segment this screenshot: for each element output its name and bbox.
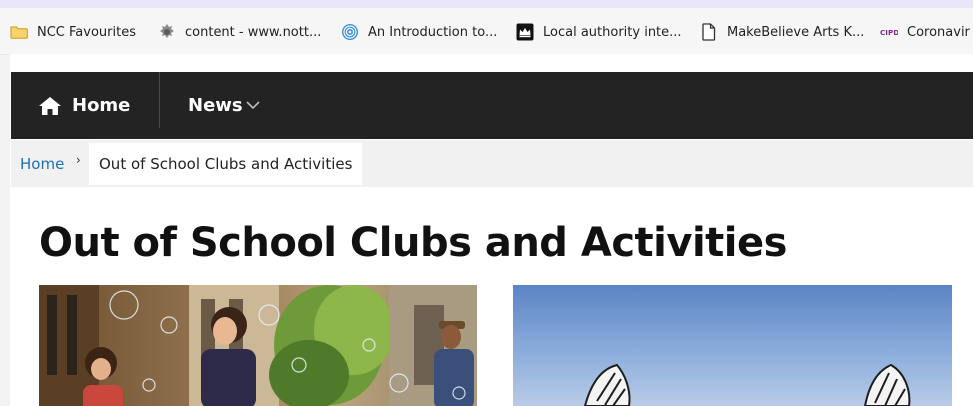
home-icon bbox=[39, 96, 61, 115]
crest-icon bbox=[158, 23, 176, 41]
breadcrumb-home-link[interactable]: Home bbox=[20, 140, 64, 187]
svg-text:CIPD: CIPD bbox=[880, 28, 898, 37]
breadcrumb: Home › Out of School Clubs and Activitie… bbox=[11, 140, 973, 187]
page-title: Out of School Clubs and Activities bbox=[39, 220, 787, 266]
window-top-strip bbox=[0, 0, 973, 8]
breadcrumb-current: Out of School Clubs and Activities bbox=[89, 143, 363, 185]
bookmark-content-nottingham[interactable]: content - www.nott... bbox=[158, 22, 321, 42]
web-page: Home News Home › Out of School Clubs and… bbox=[10, 54, 973, 406]
bookmark-label: NCC Favourites bbox=[37, 24, 136, 40]
chevron-down-icon bbox=[246, 100, 260, 109]
nav-news-label: News bbox=[188, 95, 243, 116]
blue-circle-logo-icon bbox=[341, 23, 359, 41]
bookmark-label: MakeBelieve Arts K... bbox=[727, 24, 865, 40]
children-playing-bubbles-photo[interactable] bbox=[39, 285, 477, 406]
bookmark-ncc-favourites[interactable]: NCC Favourites bbox=[10, 22, 136, 42]
cipd-logo-icon: CIPD bbox=[880, 23, 898, 41]
butterflies-blue-sky-photo[interactable] bbox=[513, 285, 952, 406]
site-navigation: Home News bbox=[11, 72, 973, 139]
bookmark-coronavirus[interactable]: CIPD Coronavir bbox=[880, 22, 970, 42]
nav-home-link[interactable]: Home bbox=[11, 72, 159, 139]
bookmark-local-authority[interactable]: Local authority inte... bbox=[516, 22, 682, 42]
crown-logo-icon bbox=[516, 23, 534, 41]
nav-news-menu[interactable]: News bbox=[188, 72, 261, 139]
nav-home-label: Home bbox=[72, 95, 131, 116]
folder-icon bbox=[10, 23, 28, 41]
bookmark-label: Coronavir bbox=[907, 24, 970, 40]
nav-divider bbox=[159, 72, 160, 128]
bookmark-label: An Introduction to... bbox=[368, 24, 498, 40]
bookmark-introduction[interactable]: An Introduction to... bbox=[341, 22, 497, 42]
bookmark-label: content - www.nott... bbox=[185, 24, 322, 40]
document-icon bbox=[700, 23, 718, 41]
bookmark-makebelieve-arts[interactable]: MakeBelieve Arts K... bbox=[700, 22, 864, 42]
breadcrumb-separator-icon: › bbox=[76, 153, 81, 167]
bookmarks-bar: NCC Favourites content - www.nott... An … bbox=[0, 8, 973, 55]
bookmark-label: Local authority inte... bbox=[543, 24, 682, 40]
